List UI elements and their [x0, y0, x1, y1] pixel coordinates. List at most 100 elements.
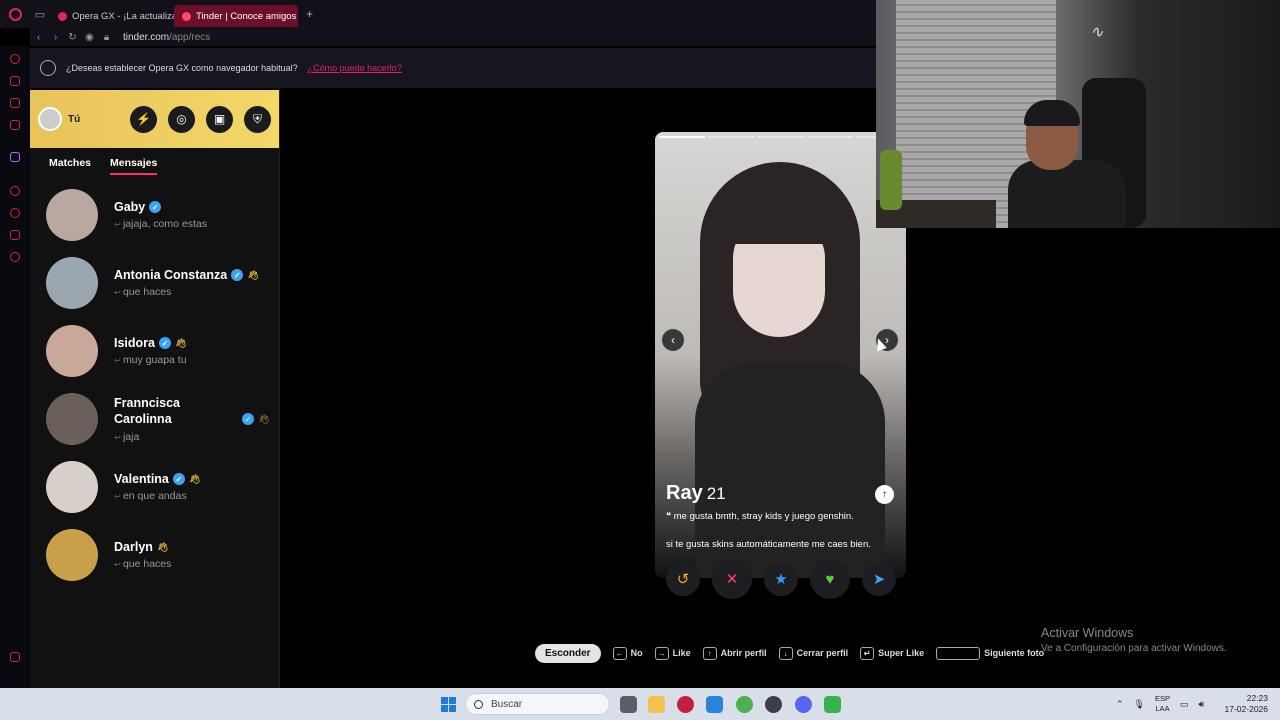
- wave-icon: 👋︎: [188, 473, 201, 484]
- tab-opera-gx[interactable]: Opera GX - ¡La actualizac: [50, 5, 174, 27]
- profile-name: Ray: [666, 482, 703, 504]
- tab-tinder[interactable]: Tinder | Conoce amigos y: [174, 5, 298, 27]
- like-button[interactable]: ♥: [810, 559, 850, 599]
- discord-icon[interactable]: [795, 696, 812, 713]
- message-preview: que haces: [114, 286, 259, 298]
- settings-icon[interactable]: [10, 252, 20, 262]
- messenger-icon[interactable]: [10, 98, 20, 108]
- lang-bottom: LAA: [1155, 704, 1170, 713]
- clock-time: 22:23: [1246, 693, 1268, 703]
- new-tab-button[interactable]: +: [306, 7, 313, 21]
- left-arrow-key-icon: ←: [612, 646, 627, 660]
- explore-icon[interactable]: ◎: [168, 105, 195, 133]
- previous-photo-icon[interactable]: ‹: [662, 329, 684, 351]
- my-avatar[interactable]: [38, 107, 62, 131]
- volume-icon[interactable]: 🔊︎: [1199, 699, 1205, 710]
- notice-text: ¿Deseas establecer Opera GX como navegad…: [66, 63, 298, 73]
- workspaces-icon[interactable]: ▭: [30, 8, 50, 21]
- gx-mods-icon[interactable]: [10, 652, 20, 662]
- match-name: Darlyn: [114, 540, 153, 554]
- wave-icon: 👋︎: [175, 337, 187, 348]
- tab-matches[interactable]: Matches: [49, 157, 91, 175]
- close-icon: ✕: [725, 571, 739, 588]
- microphone-icon[interactable]: 🎙︎: [1134, 699, 1145, 710]
- tab-messages[interactable]: Mensajes: [110, 157, 158, 175]
- boost-icon[interactable]: ⚡: [130, 105, 157, 133]
- player-icon[interactable]: [10, 186, 20, 196]
- language-indicator[interactable]: ESP LAA: [1155, 694, 1170, 714]
- list-item[interactable]: Darlyn👋︎ que haces: [30, 521, 279, 589]
- default-browser-notice: ¿Deseas establecer Opera GX como navegad…: [30, 48, 876, 88]
- screen: ▭ Opera GX - ¡La actualizac Tinder | Con…: [0, 0, 1280, 720]
- search-placeholder: Buscar: [491, 698, 523, 710]
- chrome-icon[interactable]: [736, 696, 753, 713]
- boost-button[interactable]: ➤: [862, 562, 896, 596]
- clock-date: 17-02-2026: [1224, 704, 1268, 714]
- photo-progress: [659, 136, 903, 139]
- twitch-icon[interactable]: [10, 152, 20, 162]
- list-item[interactable]: Franncisca Carolinna jaja ✓ 👋︎: [30, 385, 279, 453]
- steam-icon[interactable]: [765, 696, 782, 713]
- system-tray: ⌃ 🎙︎ ESP LAA ▭ 🔊︎: [1116, 688, 1204, 720]
- verified-icon: ✓: [159, 337, 171, 349]
- profile-card[interactable]: ‹ › Ray 21 ❝ me gusta bmth, stray kids y …: [655, 132, 906, 578]
- star-icon: ★: [774, 571, 788, 588]
- opera-gx-taskbar-icon[interactable]: [677, 696, 694, 713]
- briefcase-icon[interactable]: ▣: [206, 105, 233, 133]
- display-icon[interactable]: ▭: [1180, 699, 1189, 710]
- hide-hints-button[interactable]: Esconder: [535, 643, 601, 663]
- wave-icon: 👋︎: [258, 413, 270, 424]
- message-preview: jajaja, como estas: [114, 218, 207, 230]
- quote-icon: ❝: [666, 511, 674, 522]
- url-path: /app/recs: [169, 31, 211, 43]
- profile-age: 21: [706, 484, 726, 503]
- taskbar-clock[interactable]: 22:23 17-02-2026: [1222, 693, 1268, 715]
- forward-icon[interactable]: ›: [47, 32, 64, 43]
- match-name: Gaby: [114, 200, 146, 214]
- app-blue-icon[interactable]: [706, 696, 723, 713]
- verified-icon: ✓: [172, 473, 185, 485]
- list-item[interactable]: Isidora ✓ 👋︎ muy guapa tu: [30, 317, 279, 385]
- gx-control-icon[interactable]: [10, 54, 20, 64]
- verified-icon: ✓: [149, 201, 162, 213]
- address-bar: ‹ › ↻ ◉ 🔒︎ tinder.com/app/recs: [30, 28, 876, 46]
- open-profile-icon[interactable]: ↑: [875, 485, 894, 504]
- opera-gx-logo-icon[interactable]: [0, 0, 30, 28]
- match-name: Franncisca Carolinna: [114, 396, 181, 426]
- wave-icon: 👋︎: [156, 541, 169, 552]
- rewind-button[interactable]: ↺: [666, 562, 700, 596]
- activate-subtitle: Ve a Configuración para activar Windows.: [1041, 643, 1227, 654]
- nope-button[interactable]: ✕: [712, 559, 752, 599]
- url-field[interactable]: tinder.com/app/recs: [123, 32, 210, 43]
- xbox-icon[interactable]: [824, 696, 841, 713]
- opera-favicon-icon: [58, 11, 67, 21]
- super-like-button[interactable]: ★: [764, 562, 798, 596]
- gmail-icon[interactable]: [10, 120, 20, 130]
- windows-start-icon[interactable]: [441, 697, 456, 712]
- search-icon: [474, 699, 483, 709]
- notice-link[interactable]: ¿Cómo puedo hacerlo?: [308, 63, 402, 73]
- list-item[interactable]: Gaby✓ jajaja, como estas: [30, 181, 279, 249]
- gx-corner-icon[interactable]: [10, 76, 20, 86]
- back-icon[interactable]: ‹: [30, 32, 47, 43]
- avatar: [46, 461, 98, 513]
- webcam-overlay: ∿: [876, 0, 1280, 228]
- list-item[interactable]: Valentina✓👋︎ en que andas: [30, 453, 279, 521]
- activate-title: Activar Windows: [1041, 626, 1134, 640]
- my-profile-label[interactable]: Tú: [68, 114, 80, 125]
- extensions-icon[interactable]: [10, 230, 20, 240]
- chevron-up-icon[interactable]: ⌃: [1116, 699, 1124, 710]
- task-view-icon[interactable]: [620, 696, 637, 713]
- shield-icon[interactable]: ⛨: [244, 105, 271, 133]
- list-item[interactable]: Antonia Constanza✓👋︎ que haces: [30, 249, 279, 317]
- tinder-favicon-icon: [182, 11, 191, 21]
- security-icon[interactable]: ◉: [81, 32, 98, 43]
- hint-label: Abrir perfil: [720, 648, 767, 658]
- opera-ring-icon: [40, 60, 56, 76]
- file-explorer-icon[interactable]: [648, 696, 665, 713]
- right-arrow-key-icon: →: [654, 646, 669, 660]
- taskbar-search-input[interactable]: Buscar: [465, 693, 610, 715]
- history-icon[interactable]: [10, 208, 20, 218]
- reload-icon[interactable]: ↻: [64, 32, 81, 43]
- action-bar: ↺ ✕ ★ ♥ ➤: [666, 559, 896, 599]
